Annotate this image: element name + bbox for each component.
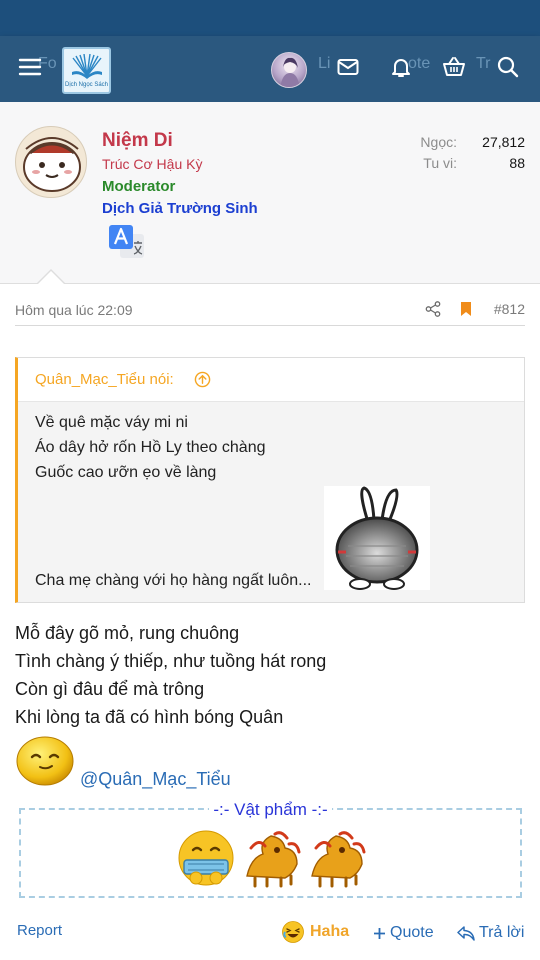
user-mention-link[interactable]: @Quân_Mạc_Tiểu (80, 769, 231, 790)
haha-label: Haha (310, 923, 350, 940)
bookmark-icon[interactable] (459, 301, 473, 317)
smug-emoji-icon (16, 736, 74, 786)
sticker-image (324, 486, 430, 590)
reply-icon (457, 925, 475, 941)
envelope-icon[interactable] (334, 53, 362, 81)
post-body-line: Còn gì đâu để mà trông (15, 679, 205, 699)
ghost-like-label: Li (318, 55, 331, 72)
quote-button-label: Quote (390, 924, 434, 941)
top-navigation: Fo Li ote Tr Dịch Ngọc Sách (0, 36, 540, 102)
stat-value: 88 (509, 155, 525, 171)
search-icon[interactable] (494, 53, 522, 81)
user-banner: Dịch Giả Trường Sinh (102, 200, 258, 217)
user-role-badge: Moderator (102, 178, 176, 195)
card-pointer (38, 271, 64, 284)
plus-icon (374, 927, 385, 939)
stat-row-tu-vi: Tu vi: 88 (423, 155, 525, 171)
post-body-line: Mỗ đây gõ mỏ, rung chuông (15, 623, 240, 643)
quote-button[interactable]: Quote (373, 924, 434, 942)
logo-text: Dịch Ngọc Sách (64, 81, 109, 88)
post-meta: Hôm qua lúc 22:09 #812 (15, 298, 525, 326)
post-actions: Report Haha Quote Trả lời (0, 918, 540, 948)
share-icon[interactable] (425, 301, 441, 317)
ghost-reply-label: Tr (476, 55, 491, 72)
post-date[interactable]: Hôm qua lúc 22:09 (15, 302, 133, 318)
stat-label: Tu vi: (423, 155, 457, 171)
stat-value: 27,812 (482, 134, 525, 150)
haha-reaction-button[interactable]: Haha (282, 921, 349, 943)
stat-row-ngoc: Ngọc: 27,812 (420, 134, 525, 150)
quote-author[interactable]: Quân_Mạc_Tiểu nói: (35, 371, 174, 388)
user-stats: Ngọc: 27,812 Tu vi: 88 (420, 134, 525, 176)
post-number[interactable]: #812 (494, 301, 525, 317)
basket-icon[interactable] (440, 53, 468, 81)
reply-button[interactable]: Trả lời (457, 924, 524, 942)
quote-block: Quân_Mạc_Tiểu nói: Về quê mặc váy mi ni … (15, 357, 525, 603)
translate-icon (108, 224, 146, 260)
quote-line: Về quê mặc váy mi ni (35, 414, 188, 431)
quote-line: Cha mẹ chàng với họ hàng ngất luôn... (35, 572, 312, 589)
items-title: -:- Vật phẩm -:- (21, 800, 520, 820)
haha-icon (282, 921, 304, 943)
items-box: -:- Vật phẩm -:- (19, 800, 522, 898)
username[interactable]: Niệm Di (102, 130, 173, 152)
bell-icon[interactable] (387, 53, 415, 81)
quote-line: Áo dây hở rốn Hồ Ly theo chàng (35, 439, 266, 456)
site-logo[interactable]: Dịch Ngọc Sách (62, 47, 111, 94)
user-avatar[interactable] (15, 126, 87, 198)
user-title: Trúc Cơ Hậu Kỳ (102, 156, 203, 172)
status-bar (0, 0, 540, 36)
post-body-line: Tình chàng ý thiếp, như tuồng hát rong (15, 651, 327, 671)
quote-header: Quân_Mạc_Tiểu nói: (18, 358, 524, 402)
menu-icon[interactable] (16, 53, 44, 81)
arrow-up-circle-icon[interactable] (194, 371, 211, 388)
reply-button-label: Trả lời (479, 924, 525, 941)
golden-lion-icon (311, 831, 366, 888)
report-link[interactable]: Report (17, 922, 62, 939)
nav-user-avatar[interactable] (271, 52, 307, 88)
stat-label: Ngọc: (420, 134, 457, 150)
post-body-line: Khi lòng ta đã có hình bóng Quân (15, 707, 284, 727)
items-title-text: -:- Vật phẩm -:- (209, 800, 332, 819)
quote-line: Guốc cao ưỡn ẹo về làng (35, 464, 217, 481)
user-card: Niệm Di Trúc Cơ Hậu Kỳ Moderator Dịch Gi… (0, 102, 540, 284)
book-logo-icon (71, 53, 102, 79)
money-mouth-emoji-icon (178, 830, 234, 886)
golden-lion-icon (246, 831, 301, 888)
